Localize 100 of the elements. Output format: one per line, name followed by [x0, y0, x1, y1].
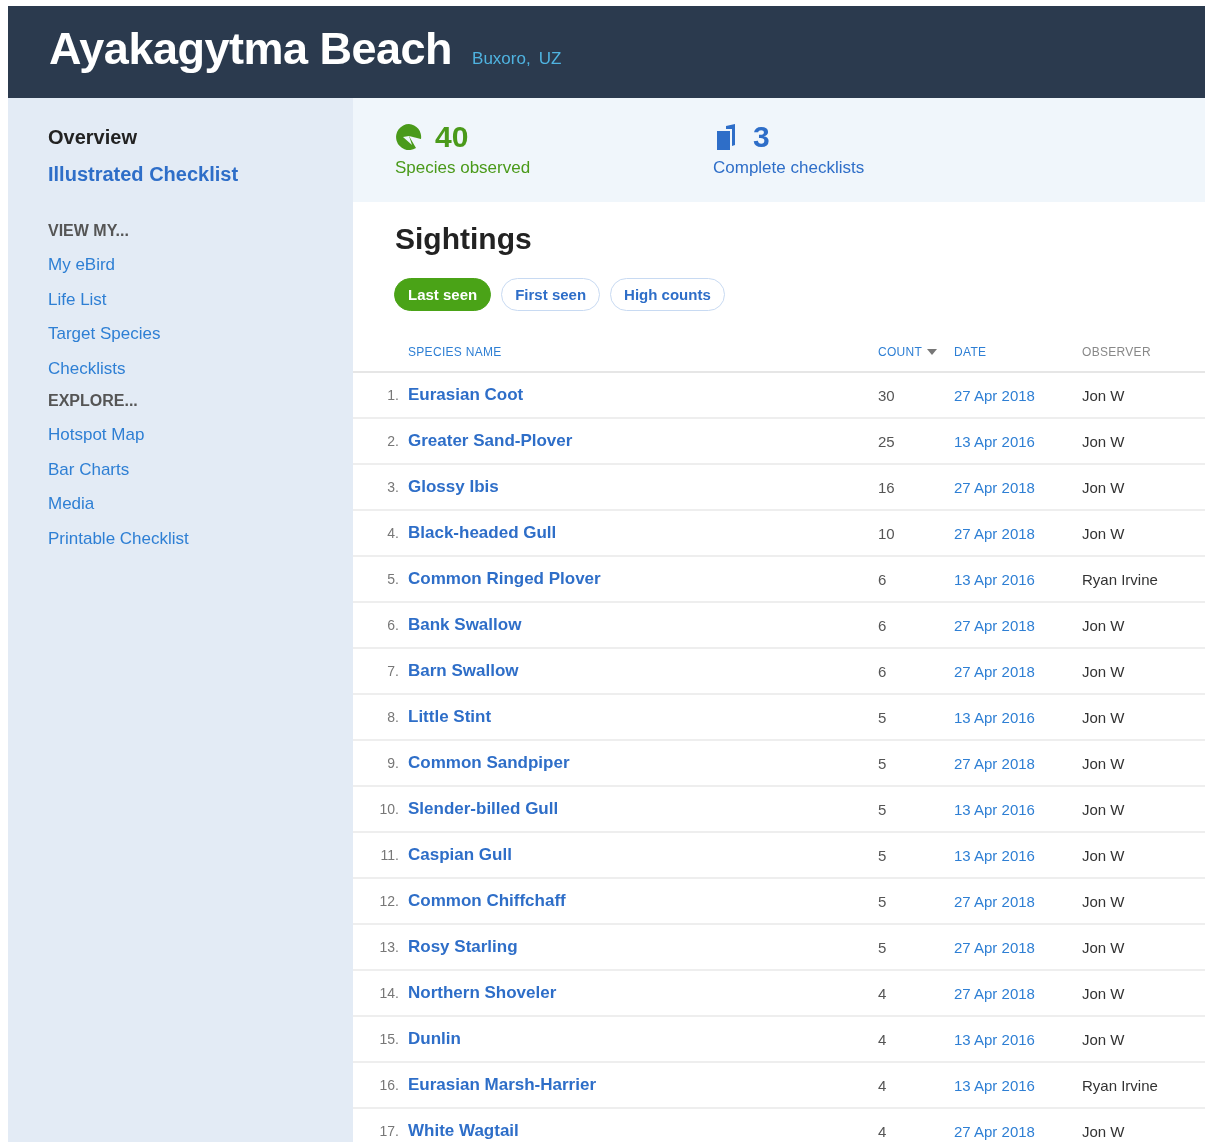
species-link[interactable]: Greater Sand-Plover — [408, 431, 573, 450]
species-link[interactable]: Bank Swallow — [408, 615, 522, 634]
sidebar-link[interactable]: Media — [48, 487, 353, 522]
sidebar-link[interactable]: My eBird — [48, 248, 353, 283]
count-cell: 4 — [878, 1122, 887, 1140]
date-link[interactable]: 13 Apr 2016 — [954, 570, 1035, 588]
filter-tab[interactable]: Last seen — [394, 278, 492, 311]
sidebar-link[interactable]: Printable Checklist — [48, 521, 353, 556]
date-link[interactable]: 27 Apr 2018 — [954, 984, 1035, 1002]
row-number: 4. — [387, 525, 399, 541]
date-link[interactable]: 13 Apr 2016 — [954, 1076, 1035, 1094]
sidebar-link[interactable]: Life List — [48, 282, 353, 317]
row-number: 13. — [379, 939, 399, 955]
observer-cell: Jon W — [1082, 800, 1125, 818]
date-link[interactable]: 27 Apr 2018 — [954, 1122, 1035, 1140]
observer-cell: Jon W — [1082, 984, 1125, 1002]
row-number: 8. — [387, 709, 399, 725]
stat-value: 3 — [753, 120, 770, 154]
count-cell: 4 — [878, 1030, 887, 1048]
count-cell: 10 — [878, 524, 895, 542]
sidebar-link[interactable]: Target Species — [48, 317, 353, 352]
column-header[interactable]: DATE — [954, 345, 987, 359]
row-number: 1. — [387, 387, 399, 403]
observer-cell: Jon W — [1082, 1030, 1125, 1048]
country-link[interactable]: UZ — [538, 49, 562, 69]
stat-label[interactable]: Complete checklists — [713, 158, 1031, 178]
species-link[interactable]: White Wagtail — [408, 1121, 519, 1140]
count-cell: 5 — [878, 846, 887, 864]
count-cell: 5 — [878, 754, 887, 772]
species-link[interactable]: Barn Swallow — [408, 661, 519, 680]
date-link[interactable]: 27 Apr 2018 — [954, 892, 1035, 910]
sidebar-link[interactable]: Hotspot Map — [48, 418, 353, 453]
row-number: 9. — [387, 755, 399, 771]
species-link[interactable]: Eurasian Coot — [408, 385, 524, 404]
date-link[interactable]: 27 Apr 2018 — [954, 662, 1035, 680]
row-number: 6. — [387, 617, 399, 633]
sidebar-link[interactable]: Bar Charts — [48, 452, 353, 487]
row-number: 14. — [379, 985, 399, 1001]
count-cell: 5 — [878, 708, 887, 726]
observer-cell: Jon W — [1082, 662, 1125, 680]
count-cell: 4 — [878, 984, 887, 1002]
observer-cell: Jon W — [1082, 846, 1125, 864]
row-number: 10. — [379, 801, 399, 817]
count-cell: 16 — [878, 478, 895, 496]
sidebar-nav-link[interactable]: Illustrated Checklist — [48, 163, 353, 186]
count-cell: 5 — [878, 892, 887, 910]
count-cell: 6 — [878, 616, 887, 634]
species-link[interactable]: Slender-billed Gull — [408, 799, 559, 818]
date-link[interactable]: 27 Apr 2018 — [954, 938, 1035, 956]
observer-cell: Jon W — [1082, 478, 1125, 496]
column-header[interactable]: SPECIES NAME — [408, 345, 502, 359]
species-link[interactable]: Common Chiffchaff — [408, 891, 566, 910]
species-link[interactable]: Common Sandpiper — [408, 753, 570, 772]
species-link[interactable]: Rosy Starling — [408, 937, 518, 956]
observer-cell: Ryan Irvine — [1082, 570, 1158, 588]
column-header: OBSERVER — [1082, 345, 1151, 359]
separator-comma: , — [525, 49, 531, 69]
species-link[interactable]: Little Stint — [408, 707, 492, 726]
filter-tab[interactable]: High counts — [610, 278, 725, 311]
sidebar-link[interactable]: Checklists — [48, 351, 353, 386]
species-link[interactable]: Caspian Gull — [408, 845, 512, 864]
section-title: Sightings — [395, 222, 533, 256]
date-link[interactable]: 13 Apr 2016 — [954, 432, 1035, 450]
species-link[interactable]: Eurasian Marsh-Harrier — [408, 1075, 597, 1094]
date-link[interactable]: 27 Apr 2018 — [954, 754, 1035, 772]
row-number: 15. — [379, 1031, 399, 1047]
sort-caret-icon — [927, 349, 938, 355]
species-link[interactable]: Glossy Ibis — [408, 477, 499, 496]
row-number: 17. — [379, 1123, 399, 1139]
stat-value: 40 — [435, 120, 469, 154]
date-link[interactable]: 27 Apr 2018 — [954, 616, 1035, 634]
date-link[interactable]: 13 Apr 2016 — [954, 708, 1035, 726]
sidebar-nav-link[interactable]: Overview — [48, 126, 353, 149]
row-number: 12. — [379, 893, 399, 909]
observer-cell: Jon W — [1082, 616, 1125, 634]
observer-cell: Jon W — [1082, 524, 1125, 542]
date-link[interactable]: 13 Apr 2016 — [954, 846, 1035, 864]
row-number: 16. — [379, 1077, 399, 1093]
date-link[interactable]: 13 Apr 2016 — [954, 1030, 1035, 1048]
observer-cell: Jon W — [1082, 386, 1125, 404]
observer-cell: Jon W — [1082, 1122, 1125, 1140]
count-cell: 6 — [878, 570, 887, 588]
section-heading: VIEW MY... — [48, 222, 130, 240]
stat-label[interactable]: Species observed — [395, 158, 713, 178]
column-header[interactable]: COUNT — [878, 345, 938, 359]
region-link[interactable]: Buxoro — [472, 49, 526, 69]
row-number: 3. — [387, 479, 399, 495]
date-link[interactable]: 13 Apr 2016 — [954, 800, 1035, 818]
row-number: 11. — [380, 847, 399, 863]
species-link[interactable]: Dunlin — [408, 1029, 461, 1048]
count-cell: 30 — [878, 386, 895, 404]
species-link[interactable]: Black-headed Gull — [408, 523, 557, 542]
section-heading: EXPLORE... — [48, 392, 139, 410]
date-link[interactable]: 27 Apr 2018 — [954, 478, 1035, 496]
date-link[interactable]: 27 Apr 2018 — [954, 386, 1035, 404]
species-link[interactable]: Northern Shoveler — [408, 983, 557, 1002]
species-link[interactable]: Common Ringed Plover — [408, 569, 601, 588]
date-link[interactable]: 27 Apr 2018 — [954, 524, 1035, 542]
count-cell: 5 — [878, 800, 887, 818]
filter-tab[interactable]: First seen — [501, 278, 601, 311]
